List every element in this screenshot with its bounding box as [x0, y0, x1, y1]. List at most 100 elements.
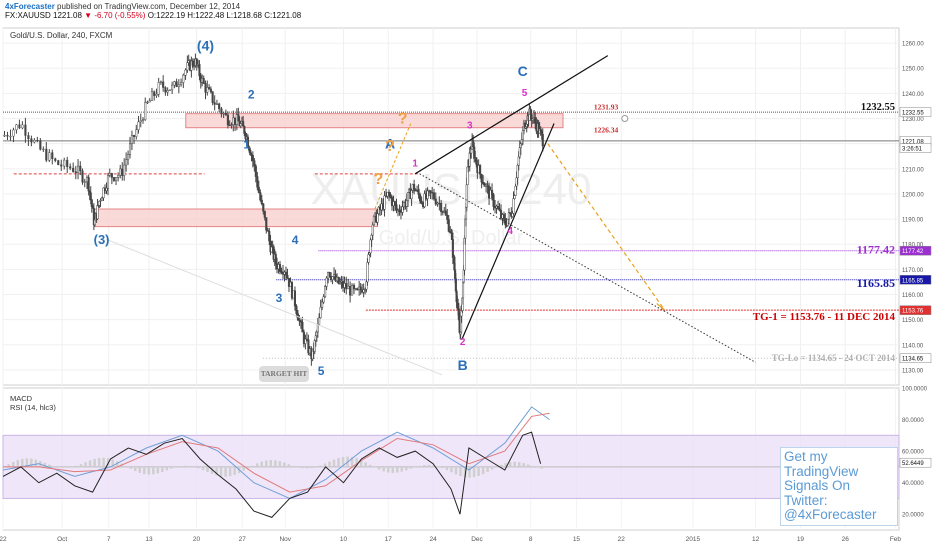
- price-badge-text: 3:26:51: [902, 146, 923, 152]
- macd-histogram-bar: [310, 466, 313, 469]
- candle-body: [354, 288, 357, 290]
- candle-body: [162, 81, 165, 88]
- wave-label-blue: (3): [94, 232, 110, 247]
- time-tick: 22: [0, 536, 7, 543]
- candle-body: [383, 195, 386, 210]
- candle-body: [89, 192, 92, 200]
- candle-body: [110, 173, 113, 178]
- price-tick: 1250.00: [902, 67, 924, 73]
- candle-body: [343, 283, 346, 288]
- candle-body: [372, 216, 375, 226]
- candle-body: [398, 209, 401, 212]
- price-tick: 1200.00: [902, 192, 924, 198]
- candle-body: [166, 90, 169, 93]
- candle-body: [83, 181, 86, 183]
- time-tick: 24: [429, 536, 437, 543]
- macd-histogram-bar: [459, 466, 462, 477]
- ind-tick: 20.0000: [902, 513, 924, 519]
- macd-histogram-bar: [274, 460, 277, 467]
- candle-body: [426, 190, 429, 199]
- candle-body: [42, 148, 45, 151]
- candle-body: [24, 124, 27, 136]
- macd-histogram-bar: [97, 457, 101, 467]
- candle-body: [112, 177, 116, 181]
- macd-histogram-bar: [233, 466, 236, 476]
- price-tick: 1130.00: [902, 368, 924, 374]
- candle-body: [63, 159, 66, 167]
- candle-body: [254, 165, 257, 177]
- candle-body: [139, 120, 142, 123]
- candle-body: [237, 114, 240, 122]
- time-tick: 7: [107, 536, 111, 543]
- macd-histogram-bar: [265, 460, 268, 467]
- macd-histogram-bar: [147, 466, 151, 475]
- candle-body: [208, 87, 211, 90]
- candle-body: [349, 286, 352, 296]
- wave-label-blue: (4): [197, 38, 214, 54]
- zone-high-label: 1231.93: [594, 103, 619, 112]
- macd-histogram-bar: [527, 464, 530, 467]
- macd-histogram-bar: [161, 466, 164, 473]
- candle-body: [211, 91, 214, 103]
- candle-body: [395, 204, 398, 211]
- macd-histogram-bar: [21, 458, 24, 467]
- ind-tick: 40.0000: [902, 481, 924, 487]
- macd-histogram-bar: [328, 461, 331, 467]
- macd-histogram-bar: [206, 466, 209, 473]
- time-tick: 12: [752, 536, 760, 543]
- macd-histogram-bar: [16, 460, 20, 467]
- publisher-name[interactable]: 4xForecaster: [5, 2, 55, 11]
- candle-body: [177, 84, 180, 88]
- candle-body: [127, 154, 130, 160]
- candle-body: [321, 301, 324, 308]
- macd-histogram-bar: [513, 461, 516, 467]
- twitter-promo[interactable]: Get my TradingView Signals On Twitter: @…: [780, 447, 898, 526]
- macd-histogram-bar: [197, 466, 200, 469]
- macd-histogram-bar: [337, 457, 340, 467]
- candle-body: [234, 117, 237, 125]
- candle-body: [251, 154, 254, 161]
- candle-body: [108, 173, 111, 176]
- quote-change: ▼ -6.70 (-0.55%): [84, 11, 146, 20]
- candle-body: [434, 198, 437, 205]
- candle-body: [461, 281, 465, 299]
- candle-body: [447, 219, 450, 232]
- candle-body: [232, 117, 235, 125]
- wave-label-blue: 4: [292, 233, 299, 247]
- rsi-label: RSI (14, hlc3): [10, 403, 56, 412]
- candle-body: [417, 189, 420, 195]
- time-tick: 27: [239, 536, 247, 543]
- macd-histogram-bar: [66, 466, 69, 468]
- candle-body: [141, 119, 145, 121]
- macd-histogram-bar: [75, 465, 78, 467]
- macd-histogram-bar: [522, 463, 525, 467]
- wave-label-blue: 5: [318, 364, 325, 378]
- candle-body: [128, 143, 132, 155]
- candle-body: [259, 192, 262, 201]
- candle-body: [215, 103, 218, 105]
- candle-body: [345, 283, 348, 290]
- candle-body: [263, 210, 266, 218]
- candle-body: [186, 62, 189, 71]
- candle-body: [347, 286, 350, 290]
- macd-histogram-bar: [61, 466, 65, 468]
- macd-histogram-bar: [450, 466, 453, 473]
- macd-histogram-bar: [143, 466, 146, 475]
- wave-label-magenta: 3: [467, 121, 473, 132]
- zone-low-label: 1226.34: [594, 125, 619, 134]
- candle-body: [153, 91, 156, 96]
- promo-line-3: @4xForecaster: [784, 507, 877, 522]
- candle-body: [220, 108, 223, 114]
- candle-body: [93, 219, 96, 226]
- candle-body: [239, 123, 242, 127]
- quote-prefix: FX:XAUUSD 1221.08: [5, 11, 82, 20]
- candle-body: [18, 124, 21, 129]
- wave-label-magenta: 2: [460, 337, 466, 348]
- candle-body: [541, 134, 544, 147]
- quote-ohlc: O:1222.19 H:1222.48 L:1218.68 C:1221.08: [147, 11, 302, 20]
- quote-line: FX:XAUUSD 1221.08 ▼ -6.70 (-0.55%) O:122…: [5, 11, 301, 20]
- candle-body: [529, 108, 532, 116]
- candle-body: [173, 81, 176, 86]
- macd-histogram-bar: [152, 466, 155, 475]
- candle-body: [198, 64, 201, 77]
